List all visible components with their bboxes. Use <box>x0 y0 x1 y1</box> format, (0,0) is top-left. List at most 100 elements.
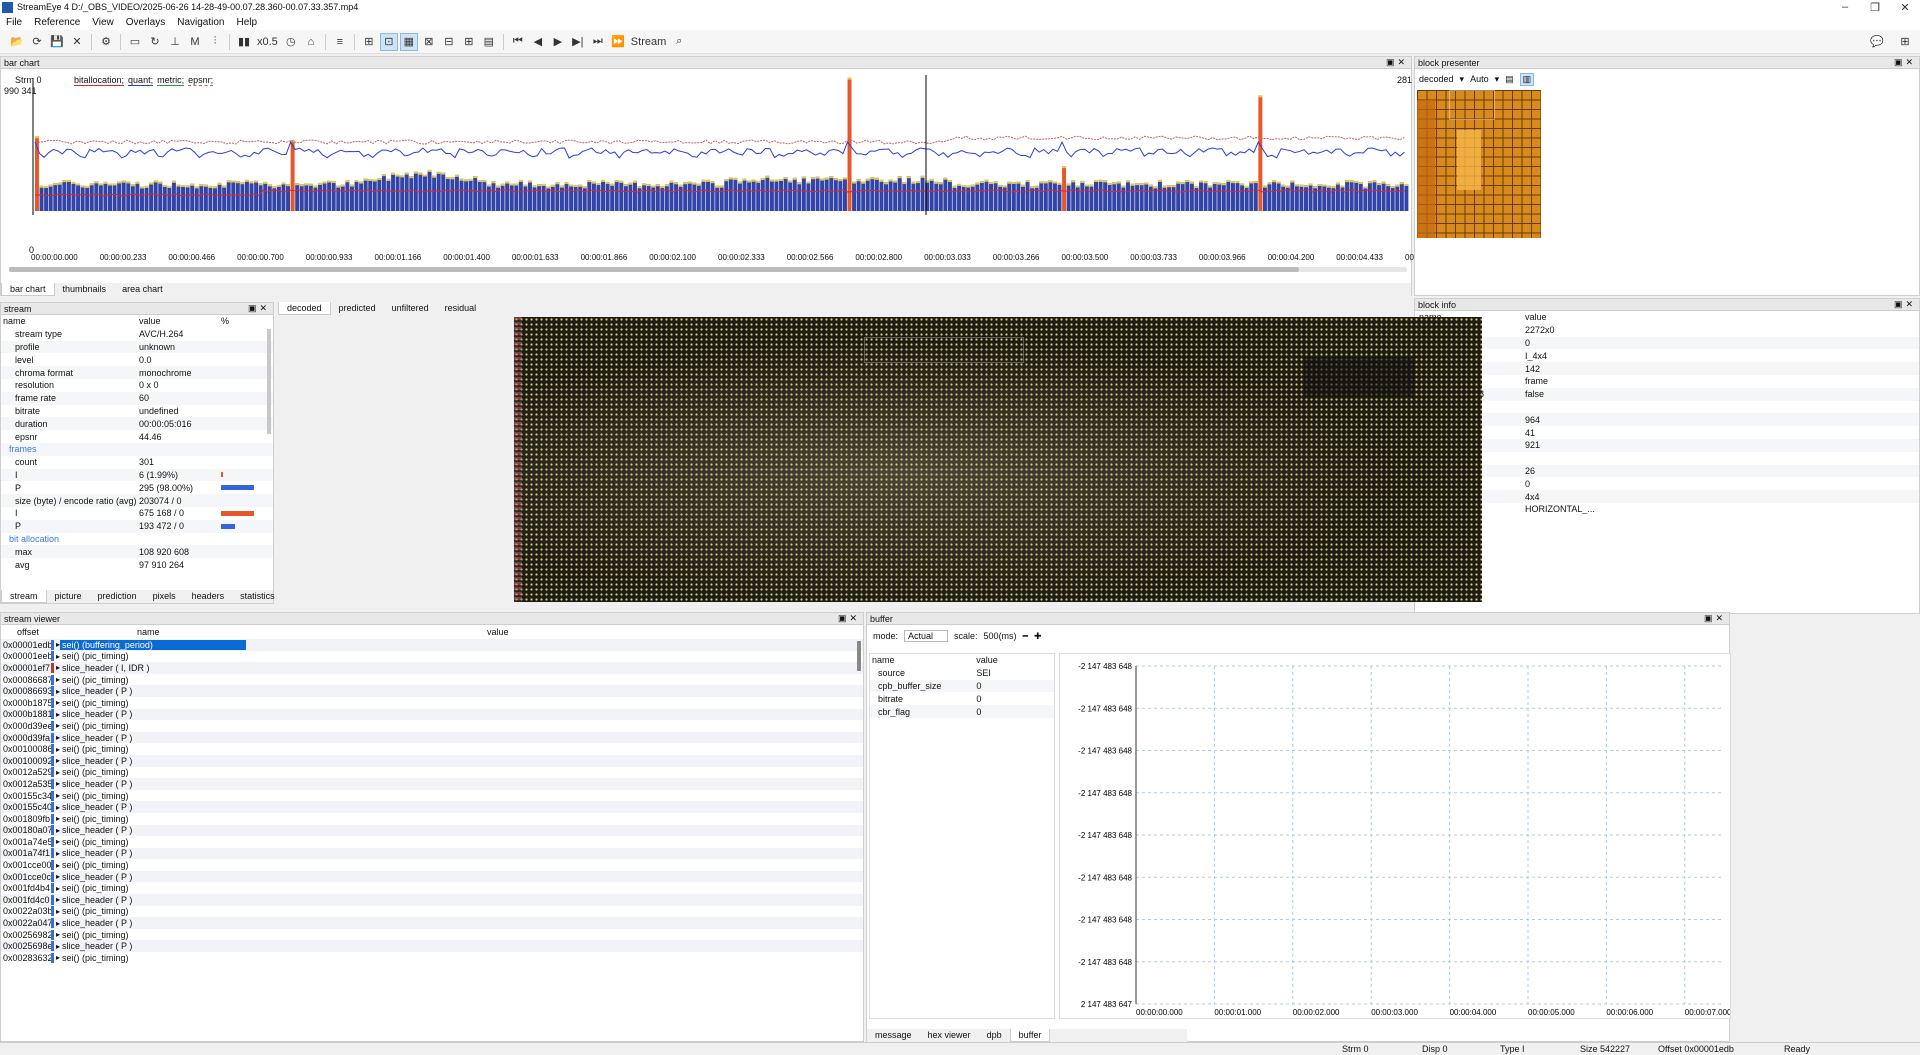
table-row[interactable]: 0x000d39ee ▸ sei() (pic_timing) <box>1 720 863 732</box>
folder-icon[interactable]: ▭ <box>126 33 144 51</box>
stream-row[interactable]: avg 97 910 264 <box>1 558 273 571</box>
overlay-vector-icon[interactable]: ⊠ <box>420 33 438 51</box>
stream-row[interactable]: epsnr 44.46 <box>1 430 273 443</box>
stream-row[interactable]: chroma format monochrome <box>1 366 273 379</box>
filter-icon[interactable]: ≡ <box>331 33 349 51</box>
next-frame-icon[interactable]: ▶| <box>569 33 587 51</box>
stream-row[interactable]: resolution 0 x 0 <box>1 379 273 392</box>
stream-row[interactable]: I 675 168 / 0 <box>1 507 273 520</box>
tab-bar-chart[interactable]: bar chart <box>1 283 55 296</box>
stream-row[interactable]: I 6 (1.99%) <box>1 468 273 482</box>
menu-navigation[interactable]: Navigation <box>171 17 230 28</box>
tab-message[interactable]: message <box>867 1029 920 1042</box>
mode-select[interactable]: Actual <box>904 630 949 642</box>
fast-forward-icon[interactable]: ⏩ <box>609 33 627 51</box>
stream-row[interactable]: frames <box>1 442 273 456</box>
open-icon[interactable]: 📂 <box>8 33 26 51</box>
table-row[interactable]: 0x00001ef7 ▸ slice_header ( I, IDR ) <box>1 662 863 674</box>
zoom-select[interactable]: x0.5 <box>255 33 280 51</box>
tag-icon[interactable]: ⌂ <box>302 33 320 51</box>
block-info-row[interactable]: mb_typeI_4x4 <box>1415 349 1919 362</box>
stream-row[interactable]: stream type AVC/H.264 <box>1 328 273 341</box>
table-row[interactable]: 0x000b1881 ▸ slice_header ( P ) <box>1 708 863 721</box>
menu-reference[interactable]: Reference <box>28 17 86 28</box>
tab-buffer[interactable]: buffer <box>1009 1029 1051 1042</box>
clock-icon[interactable]: ◷ <box>282 33 300 51</box>
save-icon[interactable]: 💾 <box>48 33 66 51</box>
table-row[interactable]: 0x001cce0c ▸ slice_header ( P ) <box>1 870 863 883</box>
tab-dpb[interactable]: dpb <box>979 1029 1010 1042</box>
stream-row[interactable]: P 193 472 / 0 <box>1 519 273 533</box>
menu-view[interactable]: View <box>86 17 120 28</box>
panel-buttons[interactable]: ▣✕ <box>1704 613 1726 624</box>
menu-overlays[interactable]: Overlays <box>120 17 171 28</box>
table-row[interactable]: 0x001cce00 ▸ sei() (pic_timing) <box>1 859 863 871</box>
levels-icon[interactable]: ⫶ <box>206 33 224 51</box>
block-info-row[interactable]: qp26 <box>1415 464 1919 478</box>
tab-decoded[interactable]: decoded <box>278 302 331 315</box>
minimize-button[interactable]: – <box>1830 1 1860 13</box>
auto-select[interactable]: Auto <box>1470 74 1489 84</box>
tab-thumbnails[interactable]: thumbnails <box>55 283 115 296</box>
menu-file[interactable]: File <box>0 17 28 28</box>
block-info-row[interactable]: field / frame:frame <box>1415 375 1919 388</box>
stream-scrollbar[interactable] <box>267 329 271 434</box>
buffer-row[interactable]: bitrate 0 <box>870 692 1054 705</box>
block-info-row[interactable]: dimension4x4 <box>1415 490 1919 503</box>
table-row[interactable]: 0x00180a07 ▸ slice_header ( P ) <box>1 824 863 837</box>
first-frame-icon[interactable]: ⏮ <box>509 33 527 51</box>
table-row[interactable]: 0x001809fb ▸ sei() (pic_timing) <box>1 813 863 825</box>
table-row[interactable]: 0x00155c40 ▸ slice_header ( P ) <box>1 801 863 813</box>
overlay-mb-icon[interactable]: ⊡ <box>379 32 398 51</box>
table-row[interactable]: 0x00086687 ▸ sei() (pic_timing) <box>1 674 863 686</box>
stream-row[interactable]: count 301 <box>1 456 273 469</box>
block-info-row[interactable]: mb_address142 <box>1415 362 1919 375</box>
search-icon[interactable]: ⌕ <box>670 33 688 51</box>
overlay-type-icon[interactable]: ▦ <box>399 32 418 51</box>
stream-row[interactable]: P 295 (98.00%) <box>1 481 273 494</box>
table-row[interactable]: 0x00100092 ▸ slice_header ( P ) <box>1 754 863 767</box>
table-row[interactable]: 0x001fd4c0 ▸ slice_header ( P ) <box>1 894 863 906</box>
tab-prediction[interactable]: prediction <box>90 590 145 603</box>
block-preview[interactable] <box>1417 90 1541 238</box>
table-row[interactable]: 0x000b1875 ▸ sei() (pic_timing) <box>1 697 863 709</box>
buffer-chart[interactable]: -2 147 483 648 -2 147 483 648 -2 147 483 6… <box>1059 653 1732 1019</box>
table-row[interactable]: 0x000d39fa ▸ slice_header ( P ) <box>1 731 863 744</box>
stream-row[interactable]: profile unknown <box>1 340 273 354</box>
table-row[interactable]: 0x0025698e ▸ slice_header ( P ) <box>1 940 863 953</box>
table-row[interactable]: 0x0012a535 ▸ slice_header ( P ) <box>1 778 863 790</box>
table-row[interactable]: 0x00155c34 ▸ sei() (pic_timing) <box>1 790 863 802</box>
chart-scrollbar-thumb[interactable] <box>9 267 1299 272</box>
stream-row[interactable]: duration 00:00:05:016 <box>1 417 273 431</box>
block-info-row[interactable]: prediction41 <box>1415 426 1919 439</box>
chat-icon[interactable]: 💬 <box>1868 33 1886 51</box>
buffer-row[interactable]: source SEI <box>870 667 1054 680</box>
tab-headers[interactable]: headers <box>184 590 233 603</box>
block-info-row[interactable]: transform 8x8false <box>1415 387 1919 401</box>
legend-epsnr[interactable]: epsnr; <box>188 75 214 86</box>
tab-unfiltered[interactable]: unfiltered <box>384 302 437 315</box>
maximize-button[interactable]: ❐ <box>1860 1 1890 14</box>
overlay-grid-icon[interactable]: ⊞ <box>360 33 378 51</box>
decoded-select[interactable]: decoded <box>1419 74 1454 84</box>
table-row[interactable]: 0x001a74f1 ▸ slice_header ( P ) <box>1 847 863 860</box>
settings-icon[interactable]: ⚙ <box>97 33 115 51</box>
table-row[interactable]: 0x00100086 ▸ sei() (pic_timing) <box>1 743 863 755</box>
table-row[interactable]: 0x00001edb ▸ sei() (buffering_period) <box>1 639 863 651</box>
stream-row[interactable]: frame rate 60 <box>1 391 273 405</box>
legend-quant[interactable]: quant; <box>128 75 154 86</box>
panel-buttons[interactable]: ▣✕ <box>838 613 860 624</box>
last-frame-icon[interactable]: ⏭ <box>589 33 607 51</box>
block-info-row[interactable]: sub_pdirHORIZONTAL_... <box>1415 503 1919 516</box>
table-row[interactable]: 0x0012a529 ▸ sei() (pic_timing) <box>1 767 863 779</box>
reload-icon[interactable]: ⟳ <box>28 33 46 51</box>
tab-predicted[interactable]: predicted <box>331 302 384 315</box>
tab-statistics[interactable]: statistics <box>232 590 283 603</box>
grid-view-icon[interactable]: ▤ <box>1505 74 1514 85</box>
table-row[interactable]: 0x00256982 ▸ sei() (pic_timing) <box>1 929 863 941</box>
block-info-row[interactable]: sizes <box>1415 401 1919 414</box>
table-row[interactable]: 0x001fd4b4 ▸ sei() (pic_timing) <box>1 882 863 894</box>
stream-row[interactable]: size (byte) / encode ratio (avg) 203074 /… <box>1 494 273 507</box>
stream-row[interactable]: level 0.0 <box>1 353 273 366</box>
prev-frame-icon[interactable]: ◀ <box>529 33 547 51</box>
